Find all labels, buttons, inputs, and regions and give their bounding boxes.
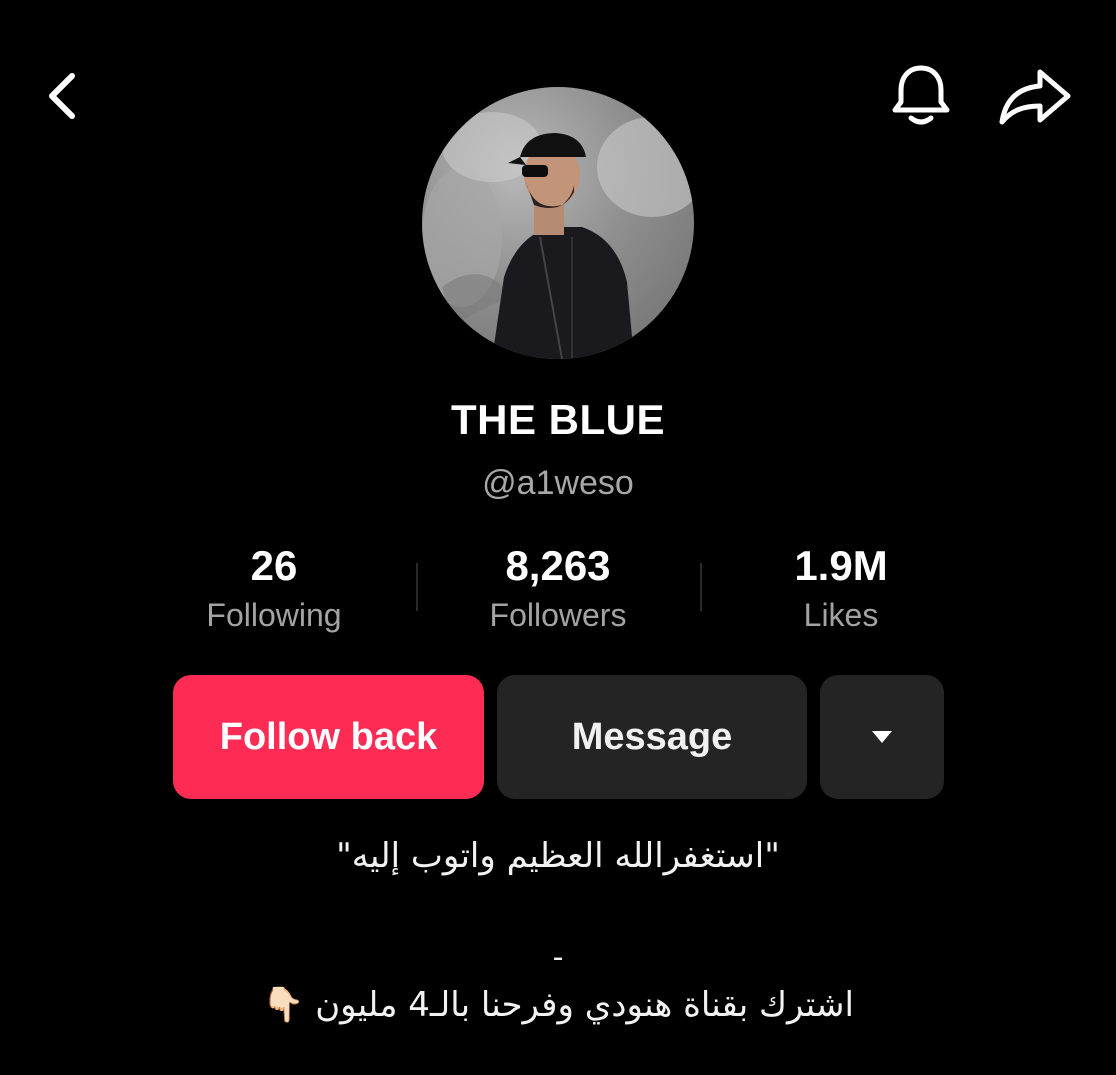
triangle-down-icon — [872, 731, 892, 743]
back-chevron-icon[interactable] — [38, 68, 88, 124]
bio-line: اشترك بقناة هنودي وفرحنا بالـ4 مليون 👇🏻 — [0, 985, 1116, 1025]
followers-label: Followers — [489, 597, 627, 633]
stat-divider — [416, 563, 418, 611]
stat-following[interactable]: 26 Following — [144, 540, 404, 638]
stat-divider — [700, 563, 702, 611]
share-arrow-icon[interactable] — [996, 66, 1074, 126]
likes-label: Likes — [803, 597, 879, 633]
following-label: Following — [206, 597, 342, 633]
bio-text: اشترك بقناة هنودي وفرحنا بالـ4 مليون — [315, 985, 854, 1025]
avatar[interactable] — [422, 87, 694, 359]
stat-followers[interactable]: 8,263 Followers — [428, 540, 688, 638]
more-options-button[interactable] — [820, 675, 944, 799]
following-count: 26 — [250, 542, 298, 589]
stat-likes[interactable]: 1.9M Likes — [711, 540, 971, 638]
follow-back-button[interactable]: Follow back — [173, 675, 484, 799]
bio-separator: - — [552, 940, 564, 975]
avatar-photo — [422, 112, 694, 359]
username: @a1weso — [482, 464, 634, 502]
pointing-down-emoji: 👇🏻 — [262, 985, 305, 1025]
bell-icon[interactable] — [888, 64, 954, 128]
display-name: THE BLUE — [451, 396, 665, 443]
followers-count: 8,263 — [505, 542, 611, 589]
message-button[interactable]: Message — [497, 675, 807, 799]
likes-count: 1.9M — [794, 542, 888, 589]
bio-line: "استغفرالله العظيم واتوب إليه" — [336, 836, 780, 876]
